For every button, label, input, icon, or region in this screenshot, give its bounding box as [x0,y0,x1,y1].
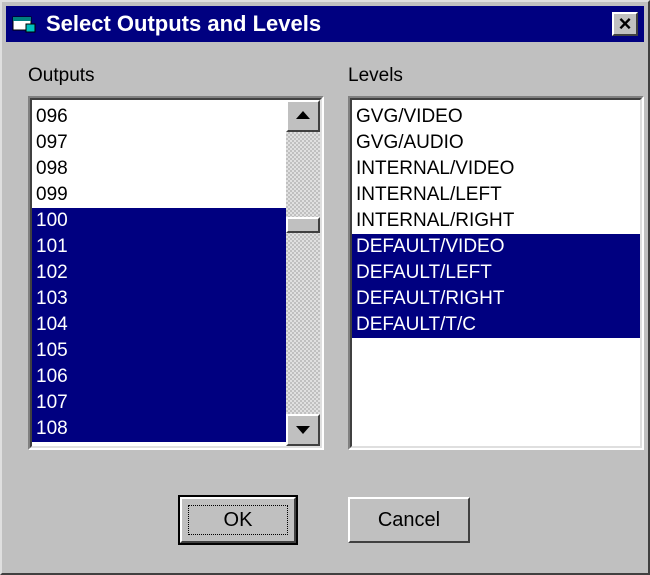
cancel-button[interactable]: Cancel [348,497,470,543]
outputs-scrollbar[interactable] [286,100,320,446]
outputs-listbox[interactable]: 096 097 098 099 100 101 102 103 104 105 106 107 108 [28,96,324,450]
scroll-up-button[interactable] [286,100,320,132]
ok-button[interactable]: OK [178,495,298,545]
levels-label: Levels [348,65,403,86]
list-item[interactable]: 099 [32,182,286,208]
cancel-button-label: Cancel [377,509,441,531]
scroll-down-button[interactable] [286,414,320,446]
close-button[interactable]: × [612,12,638,36]
list-item[interactable]: 101 [32,234,286,260]
outputs-label: Outputs [28,65,95,86]
list-item[interactable]: 108 [32,416,286,442]
list-item[interactable]: 098 [32,156,286,182]
list-item[interactable]: DEFAULT/RIGHT [352,286,640,312]
arrow-up-icon [296,111,310,119]
levels-list: GVG/VIDEO GVG/AUDIO INTERNAL/VIDEO INTERNAL… [352,104,640,338]
scroll-thumb[interactable] [286,217,320,233]
list-item[interactable]: 096 [32,104,286,130]
outputs-list: 096 097 098 099 100 101 102 103 104 105 106 107 108 [32,104,286,442]
ok-button-label: OK [223,509,253,531]
list-item[interactable]: 102 [32,260,286,286]
dialog-window: Select Outputs and Levels × Outputs Leve… [0,0,650,575]
list-item[interactable]: 100 [32,208,286,234]
list-item[interactable]: GVG/AUDIO [352,130,640,156]
arrow-down-icon [296,426,310,434]
list-item[interactable]: DEFAULT/LEFT [352,260,640,286]
list-item[interactable]: 105 [32,338,286,364]
list-item[interactable]: DEFAULT/VIDEO [352,234,640,260]
list-item[interactable]: 104 [32,312,286,338]
list-item[interactable]: GVG/VIDEO [352,104,640,130]
list-item[interactable]: 106 [32,364,286,390]
list-item[interactable]: INTERNAL/LEFT [352,182,640,208]
application-icon [12,16,36,33]
list-item[interactable]: INTERNAL/VIDEO [352,156,640,182]
list-item[interactable]: INTERNAL/RIGHT [352,208,640,234]
levels-listbox[interactable]: GVG/VIDEO GVG/AUDIO INTERNAL/VIDEO INTERNAL… [348,96,644,450]
list-item[interactable]: 107 [32,390,286,416]
list-item[interactable]: 097 [32,130,286,156]
list-item[interactable]: DEFAULT/T/C [352,312,640,338]
window-title: Select Outputs and Levels [46,11,322,36]
close-icon: × [618,11,632,36]
title-bar[interactable]: Select Outputs and Levels × [6,6,644,42]
list-item[interactable]: 103 [32,286,286,312]
